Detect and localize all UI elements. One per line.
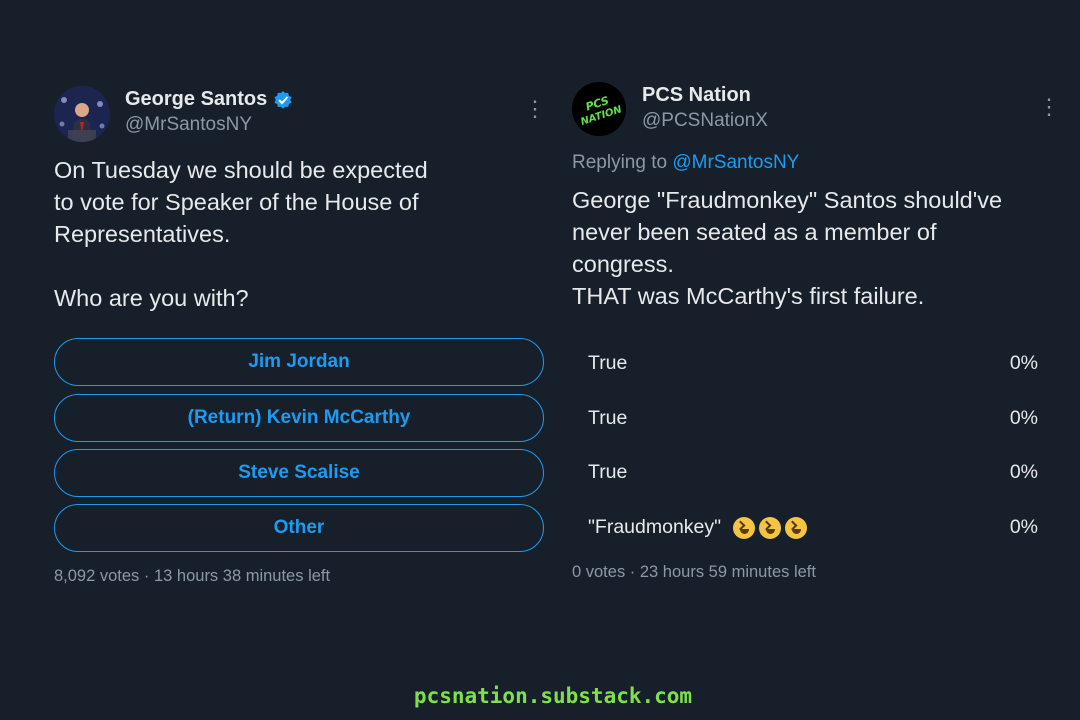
poll-result-label: "Fraudmonkey" xyxy=(588,516,722,538)
replying-to-prefix: Replying to xyxy=(572,152,673,173)
author-name[interactable]: George Santos xyxy=(125,88,293,111)
poll-result-label: True xyxy=(588,461,628,483)
replying-to-mention[interactable]: @MrSantosNY xyxy=(672,152,799,173)
poll-option-steve-scalise[interactable]: Steve Scalise xyxy=(54,449,544,497)
poll-result-percent: 0% xyxy=(1009,352,1038,374)
author-names: George Santos @MrSantosNY xyxy=(125,88,293,136)
santos-tweet: George Santos @MrSantosNY ⋮ On Tuesday w… xyxy=(54,86,546,585)
poll-option-kevin-mccarthy[interactable]: (Return) Kevin McCarthy xyxy=(54,394,544,442)
author-names: PCS Nation @PCSNationX xyxy=(642,84,768,132)
poll-result-label: True xyxy=(588,352,628,374)
poll-result-percent: 0% xyxy=(1009,516,1038,538)
poll-result-label: True xyxy=(588,407,628,429)
author-name-text[interactable]: George Santos xyxy=(125,88,267,111)
pcs-nation-tweet: PCS NATION PCS Nation @PCSNationX ⋮ Repl… xyxy=(572,82,1060,581)
replying-to: Replying to @MrSantosNY xyxy=(572,152,1042,174)
author-handle[interactable]: @PCSNationX xyxy=(642,110,768,132)
avatar[interactable]: PCS NATION xyxy=(572,82,626,136)
poll-result-percent: 0% xyxy=(1009,461,1038,483)
grinning-squinting-face-icon xyxy=(759,516,782,539)
more-vertical-icon[interactable]: ⋮ xyxy=(1038,96,1060,118)
poll-votes-info: 8,092 votes · 13 hours 38 minutes left xyxy=(54,567,331,585)
author-name[interactable]: PCS Nation xyxy=(642,84,768,107)
poll-result-label-with-emoji: "Fraudmonkey" xyxy=(588,516,808,539)
more-vertical-icon[interactable]: ⋮ xyxy=(524,98,546,120)
tweet-header: PCS NATION PCS Nation @PCSNationX ⋮ xyxy=(572,82,1060,140)
tweet-text: George "Fraudmonkey" Santos should've ne… xyxy=(572,187,1003,309)
tweet-text: On Tuesday we should be expected to vote… xyxy=(54,157,428,311)
poll-votes-info: 0 votes · 23 hours 59 minutes left xyxy=(572,563,816,581)
author-handle[interactable]: @MrSantosNY xyxy=(125,114,293,136)
grinning-squinting-face-icon xyxy=(733,516,756,539)
footer-watermark: pcsnation.substack.com xyxy=(413,684,693,708)
poll-result-row: "Fraudmonkey" 0% xyxy=(588,508,1038,548)
poll-option-jim-jordan[interactable]: Jim Jordan xyxy=(54,338,544,386)
poll-result-row: True 0% xyxy=(588,399,1038,439)
verified-badge-icon xyxy=(274,90,292,109)
poll-result-row: True 0% xyxy=(588,453,1038,493)
poll-option-other[interactable]: Other xyxy=(54,504,544,552)
grinning-squinting-face-icon xyxy=(785,516,808,539)
poll-result-percent: 0% xyxy=(1009,407,1038,429)
poll-result-row: True 0% xyxy=(588,344,1038,384)
tweet-header: George Santos @MrSantosNY ⋮ xyxy=(54,86,546,144)
avatar[interactable] xyxy=(54,86,110,142)
